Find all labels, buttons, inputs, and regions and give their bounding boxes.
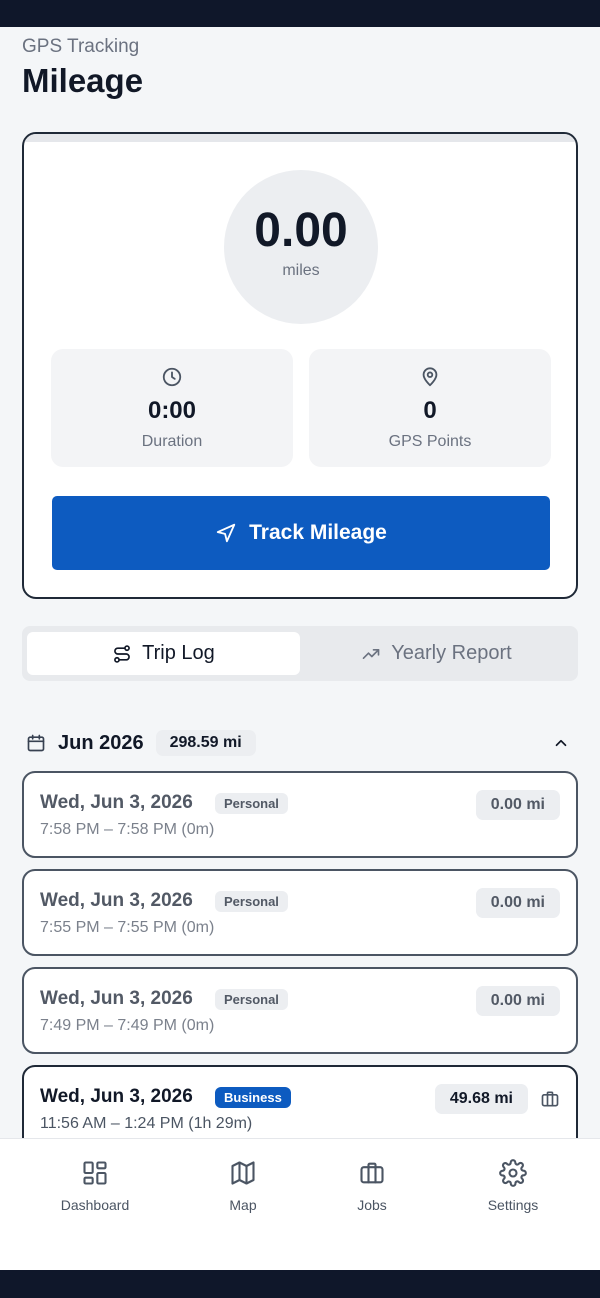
map-icon	[231, 1161, 255, 1185]
nav-jobs-label: Jobs	[357, 1197, 387, 1213]
month-group-header[interactable]: Jun 2026 298.59 mi	[26, 728, 576, 758]
month-total-badge: 298.59 mi	[155, 730, 256, 756]
dashboard-icon	[83, 1161, 107, 1185]
gps-points-value: 0	[423, 397, 437, 424]
duration-stat: 0:00 Duration	[51, 349, 293, 467]
trip-date: Wed, Jun 3, 2026	[40, 890, 193, 911]
navigation-arrow-icon	[216, 523, 236, 543]
miles-unit: miles	[282, 262, 320, 279]
trip-card[interactable]: Wed, Jun 3, 2026 Personal 7:58 PM – 7:58…	[22, 771, 578, 858]
trip-date: Wed, Jun 3, 2026	[40, 1086, 193, 1107]
nav-dashboard-label: Dashboard	[60, 1197, 130, 1213]
trip-date: Wed, Jun 3, 2026	[40, 988, 193, 1009]
track-mileage-button[interactable]: Track Mileage	[52, 496, 550, 570]
trending-up-icon	[362, 648, 380, 659]
tab-yearly-report-label: Yearly Report	[391, 642, 512, 664]
trip-type-badge: Personal	[215, 989, 288, 1010]
miles-value: 0.00	[254, 204, 348, 257]
tab-yearly-report[interactable]: Yearly Report	[300, 632, 573, 675]
trip-date: Wed, Jun 3, 2026	[40, 792, 193, 813]
tracker-card: 0.00 miles 0:00 Duration 0 GPS Points Tr…	[22, 132, 578, 599]
trip-distance: 0.00 mi	[475, 790, 560, 820]
map-pin-icon	[422, 367, 438, 387]
nav-settings[interactable]: Settings	[448, 1159, 578, 1213]
bottom-navigation: Dashboard Map Jobs Settings	[0, 1138, 600, 1270]
briefcase-icon[interactable]	[540, 1089, 560, 1109]
trip-distance: 0.00 mi	[475, 986, 560, 1016]
month-label: Jun 2026	[58, 731, 144, 754]
chevron-up-icon[interactable]	[552, 734, 570, 752]
nav-dashboard[interactable]: Dashboard	[30, 1159, 160, 1213]
tab-trip-log[interactable]: Trip Log	[27, 632, 300, 675]
page-title: Mileage	[22, 62, 144, 99]
trip-type-badge: Personal	[215, 891, 288, 912]
briefcase-icon	[360, 1162, 384, 1184]
duration-label: Duration	[141, 433, 203, 450]
gear-icon	[499, 1159, 527, 1187]
nav-map[interactable]: Map	[178, 1159, 308, 1213]
trip-time: 11:56 AM – 1:24 PM (1h 29m)	[40, 1115, 253, 1132]
trip-distance: 0.00 mi	[475, 888, 560, 918]
page-subtitle: GPS Tracking	[22, 36, 140, 57]
nav-settings-label: Settings	[487, 1197, 539, 1213]
trip-distance: 49.68 mi	[434, 1084, 528, 1114]
trip-card[interactable]: Wed, Jun 3, 2026 Personal 7:49 PM – 7:49…	[22, 967, 578, 1054]
calendar-icon	[27, 734, 45, 752]
gps-points-label: GPS Points	[388, 433, 472, 450]
tab-trip-log-label: Trip Log	[142, 642, 215, 664]
status-bar	[0, 0, 600, 27]
trip-time: 7:49 PM – 7:49 PM (0m)	[40, 1017, 215, 1034]
duration-value: 0:00	[147, 397, 197, 424]
trip-type-badge: Business	[215, 1087, 291, 1108]
miles-display: 0.00 miles	[224, 170, 378, 324]
system-nav-bar	[0, 1270, 600, 1298]
trip-card[interactable]: Wed, Jun 3, 2026 Personal 7:55 PM – 7:55…	[22, 869, 578, 956]
track-mileage-label: Track Mileage	[249, 521, 387, 544]
route-icon	[114, 644, 131, 663]
trip-type-badge: Personal	[215, 793, 288, 814]
clock-icon	[162, 367, 182, 387]
trip-time: 7:58 PM – 7:58 PM (0m)	[40, 821, 215, 838]
gps-points-stat: 0 GPS Points	[309, 349, 551, 467]
nav-map-label: Map	[229, 1197, 257, 1213]
nav-jobs[interactable]: Jobs	[307, 1159, 437, 1213]
card-top-strip	[24, 134, 576, 142]
trip-time: 7:55 PM – 7:55 PM (0m)	[40, 919, 215, 936]
view-tabs: Trip Log Yearly Report	[22, 626, 578, 681]
